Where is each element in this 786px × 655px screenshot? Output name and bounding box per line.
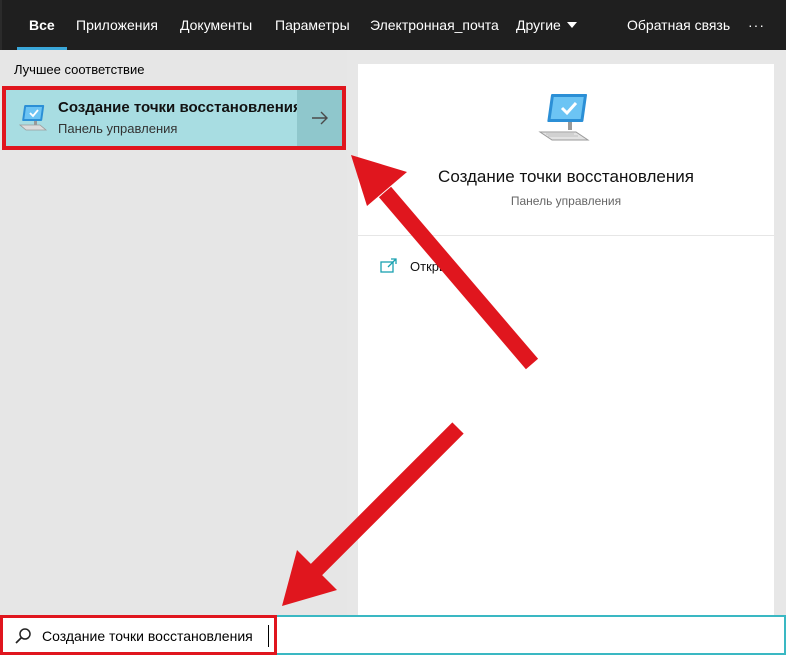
tab-apps[interactable]: Приложения <box>76 0 158 50</box>
results-panel: Лучшее соответствие Создание точки восст… <box>0 50 347 615</box>
chevron-down-icon <box>566 22 577 29</box>
tab-more-label: Другие <box>516 17 561 33</box>
best-match-result[interactable]: Создание точки восстановления Панель упр… <box>2 86 346 150</box>
monitor-check-icon <box>18 105 48 131</box>
best-match-heading: Лучшее соответствие <box>14 62 145 77</box>
tab-all[interactable]: Все <box>17 0 67 50</box>
more-options-icon[interactable]: ··· <box>748 0 765 50</box>
tab-documents[interactable]: Документы <box>180 0 252 50</box>
tab-settings[interactable]: Параметры <box>275 0 350 50</box>
open-action-label: Открыть <box>410 258 462 274</box>
expand-result-button[interactable] <box>297 90 342 146</box>
detail-panel: Создание точки восстановления Панель упр… <box>358 64 774 615</box>
tab-more[interactable]: Другие <box>516 0 577 50</box>
feedback-link[interactable]: Обратная связь <box>627 0 730 50</box>
arrow-right-icon <box>311 111 328 125</box>
detail-title: Создание точки восстановления <box>438 167 694 186</box>
search-highlight-box <box>0 615 277 655</box>
best-match-title: Создание точки восстановления <box>58 99 302 116</box>
divider <box>358 235 774 236</box>
monitor-check-icon <box>538 94 590 141</box>
tab-email[interactable]: Электронная_почта <box>370 0 499 50</box>
open-icon <box>380 258 397 273</box>
detail-subtitle: Панель управления <box>510 194 622 208</box>
search-nav-bar: Все Приложения Документы Параметры Элект… <box>0 0 786 50</box>
best-match-subtitle: Панель управления <box>58 121 178 136</box>
open-action[interactable]: Открыть <box>380 256 461 276</box>
